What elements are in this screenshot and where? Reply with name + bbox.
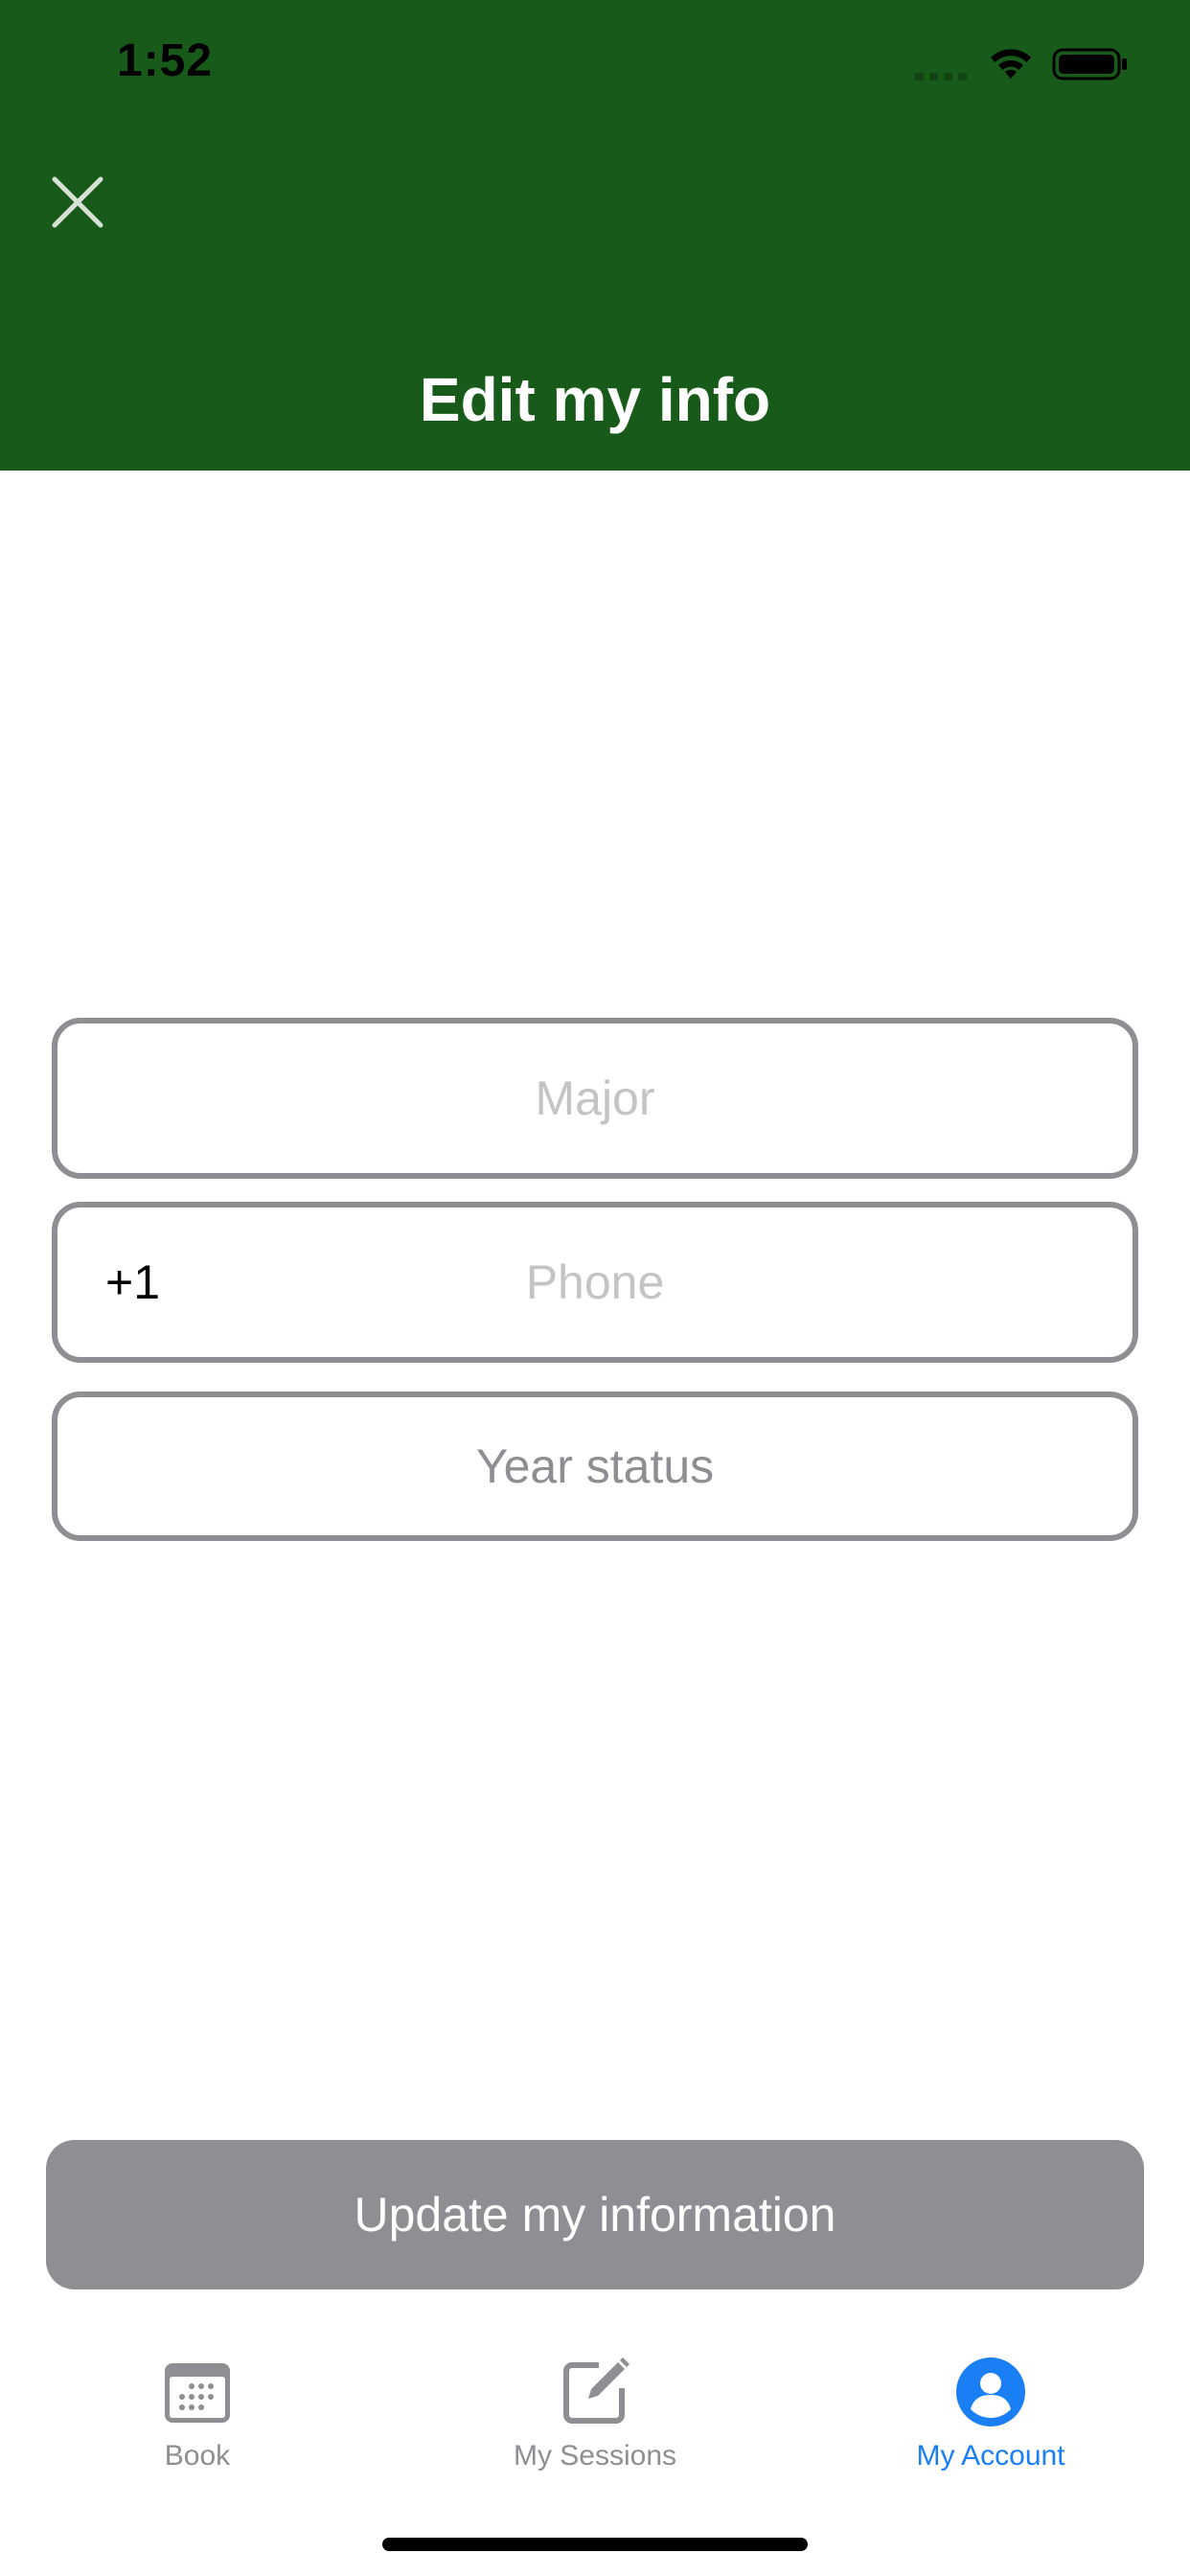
edit-info-screen: 1:52 Edit my info Major +1 Phone Year st…: [0, 0, 1190, 2576]
edit-note-icon: [563, 2358, 629, 2424]
battery-icon: [1052, 48, 1127, 80]
year-status-select[interactable]: Year status: [52, 1392, 1138, 1541]
tab-book-label: Book: [164, 2440, 231, 2472]
phone-input[interactable]: [57, 1208, 1133, 1357]
tab-book[interactable]: Book: [54, 2319, 341, 2482]
page-title: Edit my info: [419, 365, 771, 434]
tab-my-sessions-label: My Sessions: [513, 2440, 677, 2472]
update-information-button[interactable]: Update my information: [46, 2140, 1144, 2289]
tab-bar: Book My Sessions My Account: [0, 2319, 1190, 2511]
major-field[interactable]: [52, 1018, 1138, 1179]
account-icon: [956, 2358, 1025, 2426]
header: 1:52 Edit my info: [0, 0, 1190, 471]
tab-my-account-label: My Account: [916, 2440, 1065, 2472]
phone-field[interactable]: +1: [52, 1202, 1138, 1363]
home-indicator: [382, 2538, 808, 2551]
year-status-label: Year status: [475, 1439, 715, 1493]
close-button[interactable]: [38, 163, 117, 242]
status-bar: 1:52: [0, 0, 1190, 134]
close-icon: [52, 176, 103, 228]
wifi-icon: [991, 49, 1031, 79]
cellular-signal-icon: [915, 73, 967, 80]
status-time: 1:52: [117, 35, 214, 86]
major-input[interactable]: [57, 1024, 1133, 1173]
tab-my-account[interactable]: My Account: [847, 2319, 1134, 2482]
tab-my-sessions[interactable]: My Sessions: [451, 2319, 739, 2482]
calendar-icon: [165, 2363, 230, 2423]
